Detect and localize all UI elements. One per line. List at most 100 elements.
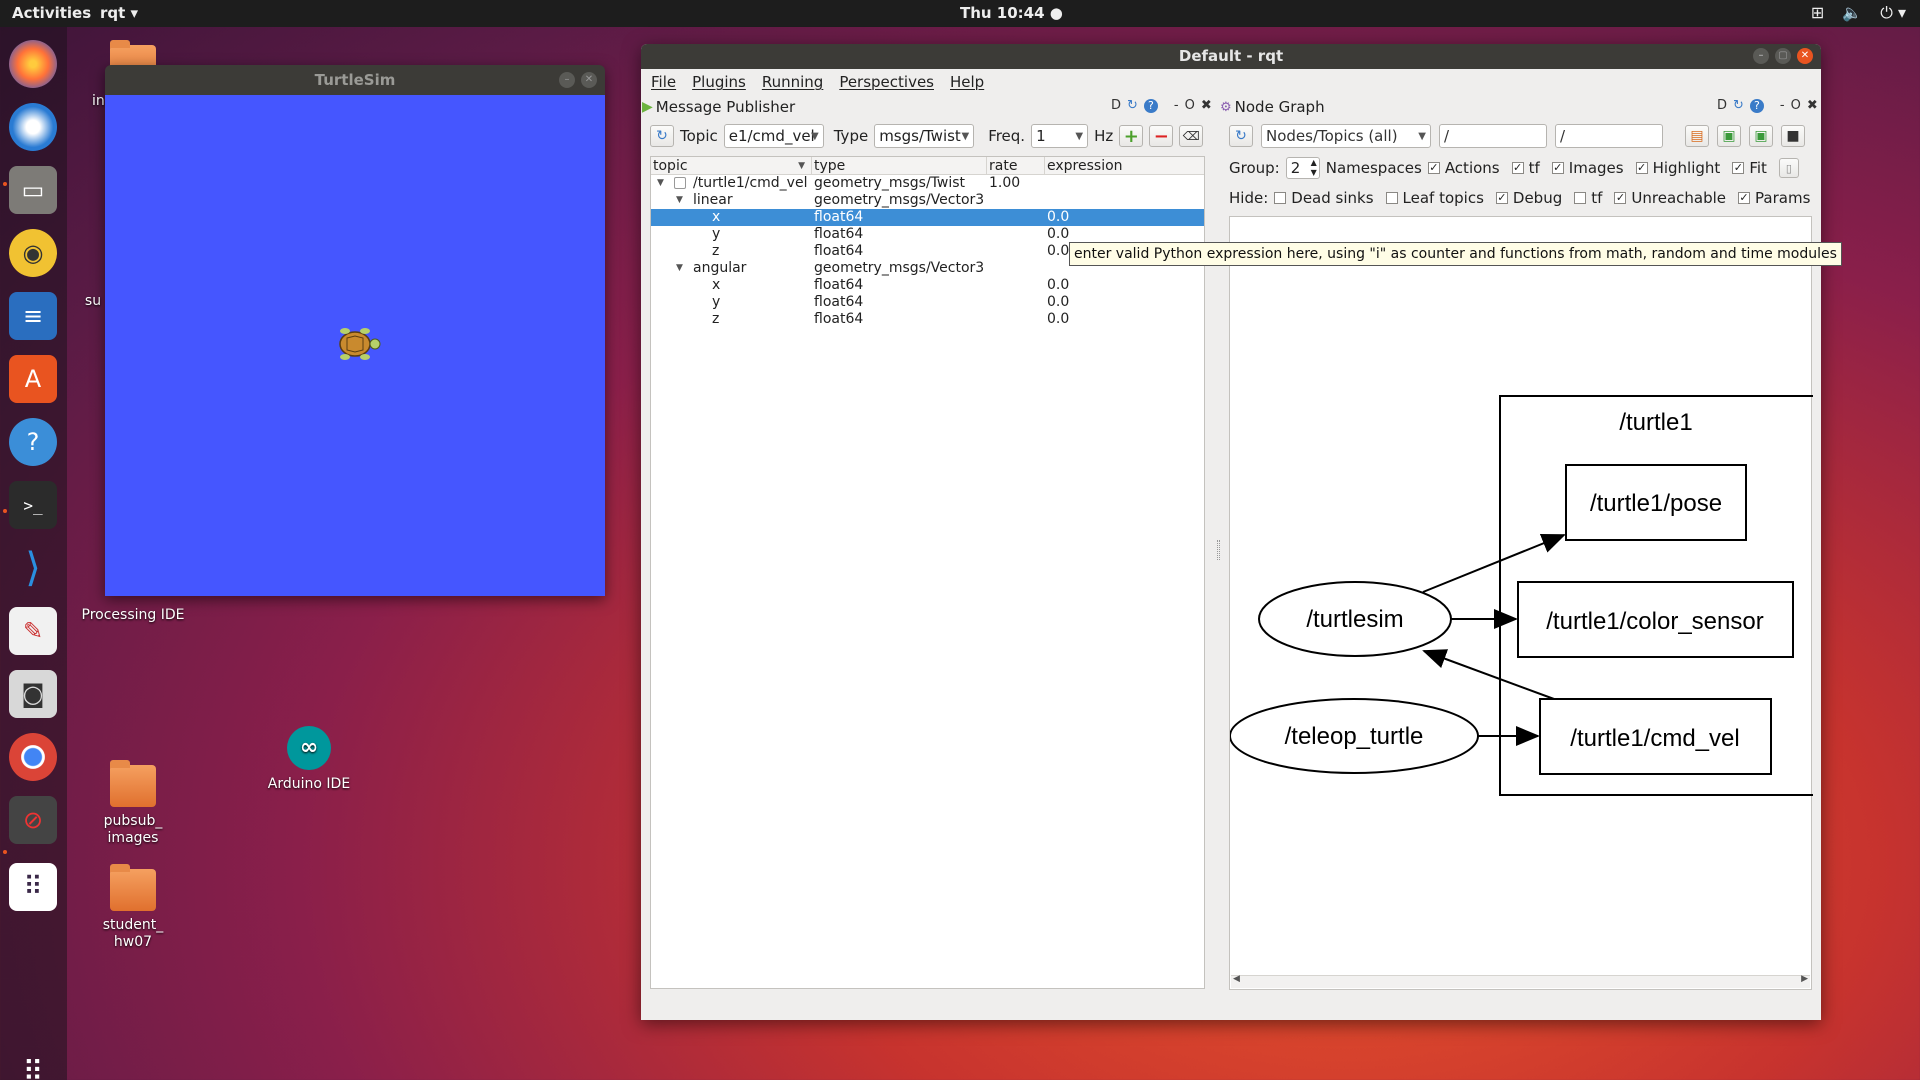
enable-checkbox[interactable]: [674, 177, 686, 189]
save-image-button[interactable]: ■: [1781, 125, 1805, 147]
desktop-pubsub-images[interactable]: pubsub_ images: [78, 760, 188, 847]
remove-publisher-button[interactable]: −: [1149, 125, 1174, 147]
images-checkbox[interactable]: ✓ Images: [1551, 159, 1624, 177]
close-button[interactable]: ✕: [1797, 48, 1813, 64]
menu-perspectives[interactable]: Perspectives: [839, 73, 934, 91]
graph-mode-combo[interactable]: Nodes/Topics (all) ▼: [1261, 124, 1431, 148]
refresh-button[interactable]: ↻: [650, 125, 674, 147]
minimize-panel-button[interactable]: -: [1174, 98, 1179, 113]
reload-icon[interactable]: ↻: [1733, 98, 1744, 113]
column-rate[interactable]: rate: [987, 157, 1045, 174]
scroll-right-icon[interactable]: ▶: [1801, 974, 1808, 984]
menu-help[interactable]: Help: [950, 73, 984, 91]
tree-row[interactable]: ▼ linear geometry_msgs/Vector3: [651, 192, 1204, 209]
firefox-icon[interactable]: [9, 40, 57, 88]
topic-combo[interactable]: e1/cmd_vel ▼: [723, 124, 824, 148]
graph-panel-header[interactable]: ⚙ Node Graph: [1220, 97, 1325, 117]
tree-row-selected[interactable]: x float64 0.0: [651, 209, 1204, 226]
close-button[interactable]: ✕: [581, 72, 597, 88]
camera-icon[interactable]: ◙: [9, 670, 57, 718]
spinner-arrows-icon[interactable]: ▲ ▼: [1311, 158, 1317, 178]
column-topic[interactable]: topic ▼: [651, 157, 812, 174]
blocked-icon[interactable]: ⊘: [9, 796, 57, 844]
leaf-topics-checkbox[interactable]: Leaf topics: [1385, 189, 1484, 207]
fit-checkbox[interactable]: ✓ Fit: [1732, 159, 1767, 177]
app-menu[interactable]: rqt ▾: [100, 4, 138, 22]
save-svg-button[interactable]: ▣: [1749, 125, 1773, 147]
node-filter-input[interactable]: /: [1439, 124, 1547, 148]
expand-icon[interactable]: ▼: [676, 192, 683, 209]
clear-button[interactable]: ⌫: [1179, 125, 1204, 147]
scroll-left-icon[interactable]: ◀: [1233, 974, 1240, 984]
float-panel-button[interactable]: O: [1791, 98, 1801, 113]
minimize-panel-button[interactable]: -: [1780, 98, 1785, 113]
close-panel-icon[interactable]: ✖: [1201, 98, 1212, 113]
grid-icon[interactable]: ⠿: [9, 1047, 57, 1080]
params-checkbox[interactable]: ✓ Params: [1738, 189, 1810, 207]
topic-filter-input[interactable]: /: [1555, 124, 1663, 148]
terminal-icon[interactable]: >_: [9, 481, 57, 529]
refresh-graph-button[interactable]: ↻: [1229, 125, 1253, 147]
power-icon[interactable]: ⏻ ▾: [1880, 3, 1906, 23]
dock-toggle-button[interactable]: D: [1111, 98, 1121, 113]
tree-row[interactable]: y float64 0.0: [651, 226, 1204, 243]
app-icon[interactable]: ✎: [9, 607, 57, 655]
graph-canvas[interactable]: /turtle1 /turtle1/pose /turtle1/color_se…: [1229, 216, 1813, 990]
help-icon[interactable]: ?: [1143, 98, 1158, 113]
add-publisher-button[interactable]: +: [1119, 125, 1144, 147]
maximize-button[interactable]: ▢: [1775, 48, 1791, 64]
float-panel-button[interactable]: O: [1185, 98, 1195, 113]
chrome-icon[interactable]: [9, 733, 57, 781]
highlight-checkbox[interactable]: ✓ Highlight: [1635, 159, 1720, 177]
tree-row[interactable]: z float64 0.0: [651, 311, 1204, 328]
desktop-student-hw07[interactable]: student_ hw07: [78, 864, 188, 951]
expand-icon[interactable]: ▼: [657, 175, 664, 192]
tree-row[interactable]: x float64 0.0: [651, 277, 1204, 294]
column-type[interactable]: type: [812, 157, 987, 174]
desktop-arduino-ide[interactable]: ∞ Arduino IDE: [254, 726, 364, 793]
group-spinbox[interactable]: 2 ▲ ▼: [1285, 157, 1320, 179]
activities-button[interactable]: Activities: [12, 4, 91, 22]
fit-view-button[interactable]: ▯: [1778, 158, 1799, 178]
clock[interactable]: Thu 10:44 ●: [960, 4, 1063, 22]
thunderbird-icon[interactable]: [9, 103, 57, 151]
reload-icon[interactable]: ↻: [1127, 98, 1138, 113]
volume-icon[interactable]: 🔈: [1842, 3, 1862, 23]
show-apps-icon[interactable]: ⠿: [9, 863, 57, 911]
freq-combo[interactable]: 1 ▼: [1031, 124, 1089, 148]
rqt-titlebar[interactable]: Default - rqt – ▢ ✕: [641, 44, 1821, 69]
menu-plugins[interactable]: Plugins: [692, 73, 746, 91]
tree-row[interactable]: ▼/turtle1/cmd_vel geometry_msgs/Twist 1.…: [651, 175, 1204, 192]
tf-checkbox[interactable]: ✓ tf: [1511, 159, 1540, 177]
rhythmbox-icon[interactable]: ◉: [9, 229, 57, 277]
save-dot-button[interactable]: ▣: [1717, 125, 1741, 147]
menu-running[interactable]: Running: [762, 73, 823, 91]
publisher-panel-header[interactable]: ▶ Message Publisher: [642, 97, 795, 117]
network-icon[interactable]: ⊞: [1811, 3, 1824, 23]
files-icon[interactable]: ▭: [9, 166, 57, 214]
column-expression[interactable]: expression: [1045, 157, 1204, 174]
graph-horizontal-scrollbar[interactable]: ◀ ▶: [1231, 974, 1810, 988]
tree-row[interactable]: y float64 0.0: [651, 294, 1204, 311]
vscode-icon[interactable]: ⟩: [9, 544, 57, 592]
panel-splitter[interactable]: [1217, 540, 1220, 560]
unreachable-checkbox[interactable]: ✓ Unreachable: [1614, 189, 1726, 207]
desktop-processing-ide[interactable]: Processing IDE: [78, 607, 188, 624]
help-icon[interactable]: ?: [1749, 98, 1764, 113]
expand-icon[interactable]: ▼: [676, 260, 683, 277]
actions-checkbox[interactable]: ✓ Actions: [1427, 159, 1500, 177]
turtlesim-window[interactable]: TurtleSim – ✕: [105, 65, 605, 596]
menu-file[interactable]: File: [651, 73, 676, 91]
dead-sinks-checkbox[interactable]: Dead sinks: [1274, 189, 1374, 207]
dock-toggle-button[interactable]: D: [1717, 98, 1727, 113]
load-dot-button[interactable]: ▤: [1685, 125, 1709, 147]
writer-icon[interactable]: ≡: [9, 292, 57, 340]
system-tray[interactable]: ⊞ 🔈 ⏻ ▾: [1811, 3, 1906, 23]
minimize-button[interactable]: –: [1753, 48, 1769, 64]
software-icon[interactable]: A: [9, 355, 57, 403]
help-icon[interactable]: ?: [9, 418, 57, 466]
type-combo[interactable]: msgs/Twist ▼: [874, 124, 975, 148]
close-panel-icon[interactable]: ✖: [1807, 98, 1818, 113]
tf-hide-checkbox[interactable]: tf: [1574, 189, 1602, 207]
minimize-button[interactable]: –: [559, 72, 575, 88]
